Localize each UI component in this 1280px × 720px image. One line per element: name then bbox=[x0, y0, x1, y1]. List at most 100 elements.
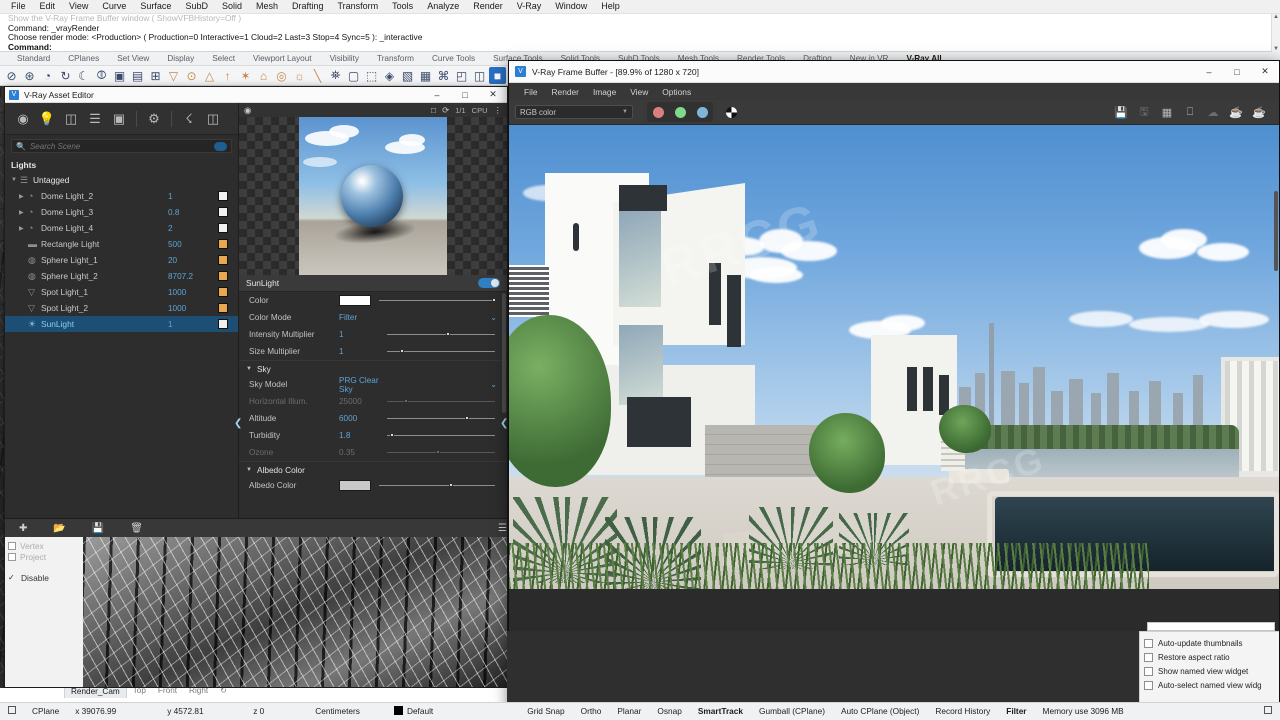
light-color-swatch[interactable] bbox=[218, 287, 228, 297]
cplane-label[interactable]: CPlane bbox=[24, 703, 67, 720]
param-value[interactable]: 1.8 bbox=[339, 431, 387, 440]
square-frame-icon[interactable]: ▣ bbox=[111, 67, 128, 84]
lights-tree[interactable]: ▼ ☰ Untagged ▶ ◔ Dome Light_2 1 ▶ ◔ Dome Light_3 0… bbox=[5, 172, 238, 332]
status-toggle-record-history[interactable]: Record History bbox=[927, 703, 998, 720]
status-toggle-smarttrack[interactable]: SmartTrack bbox=[690, 703, 751, 720]
menu-item-window[interactable]: Window bbox=[548, 0, 594, 13]
cloud-upload-icon[interactable]: ☁ bbox=[1205, 104, 1221, 120]
light-color-swatch[interactable] bbox=[218, 191, 228, 201]
status-toggle-planar[interactable]: Planar bbox=[609, 703, 649, 720]
checkbox[interactable] bbox=[1144, 680, 1153, 690]
maximize-button[interactable]: □ bbox=[451, 87, 479, 102]
vfb-option-show-named-view-widget[interactable]: Show named view widget bbox=[1144, 664, 1279, 678]
scatter-icon[interactable]: ◫ bbox=[471, 67, 488, 84]
preview-stop-icon[interactable]: □ bbox=[431, 105, 436, 115]
param-row-sky-model[interactable]: Sky Model PRG Clear Sky ⌄ bbox=[239, 376, 507, 394]
search-scene-field[interactable]: 🔍 bbox=[11, 139, 232, 153]
duplicate-vfb-icon[interactable]: ⎕ bbox=[1182, 104, 1198, 120]
infinite-light-icon[interactable]: ⛯ bbox=[327, 67, 344, 84]
chevron-right-icon[interactable]: ▶ bbox=[19, 209, 28, 216]
menu-item-render[interactable]: Render bbox=[466, 0, 510, 13]
light-intensity-value[interactable]: 1 bbox=[168, 320, 218, 329]
toolbar-tab-transform[interactable]: Transform bbox=[368, 54, 423, 63]
alpha-channel-button[interactable] bbox=[721, 103, 741, 121]
render-interactive-icon[interactable]: ◫ bbox=[203, 109, 223, 129]
tree-light-row[interactable]: ▽ Spot Light_1 1000 bbox=[5, 284, 238, 300]
menu-item-tools[interactable]: Tools bbox=[385, 0, 420, 13]
tree-light-row[interactable]: ▬ Rectangle Light 500 bbox=[5, 236, 238, 252]
status-end-icon[interactable] bbox=[1256, 703, 1280, 720]
red-channel-button[interactable] bbox=[648, 103, 668, 121]
light-color-swatch[interactable] bbox=[218, 255, 228, 265]
blob-icon[interactable]: ◔ bbox=[39, 67, 56, 84]
param-color-swatch[interactable] bbox=[339, 480, 371, 491]
menu-item-view[interactable]: View bbox=[62, 0, 95, 13]
dome-icon[interactable]: ⌂ bbox=[255, 67, 272, 84]
toolbar-tab-curve-tools[interactable]: Curve Tools bbox=[423, 54, 484, 63]
asset-editor-nav-bar[interactable]: ◉ 💡 ◫ ☰ ▣ ⚙ ☇ ◫ bbox=[5, 103, 238, 135]
fur-icon[interactable]: ⌘ bbox=[435, 67, 452, 84]
viewport-mesh-preview[interactable] bbox=[83, 537, 507, 687]
param-row-color-mode[interactable]: Color Mode Filter ⌄ bbox=[239, 309, 507, 326]
menu-item-transform[interactable]: Transform bbox=[331, 0, 386, 13]
cplane-box-icon[interactable] bbox=[0, 703, 24, 720]
preview-visibility-icon[interactable]: ◉ bbox=[244, 105, 251, 116]
close-button[interactable]: ✕ bbox=[1251, 64, 1279, 79]
collapse-left-arrow[interactable]: ❮ bbox=[234, 418, 242, 429]
light-color-swatch[interactable] bbox=[218, 319, 228, 329]
disable-checkbox-row[interactable]: ✓ Disable bbox=[8, 572, 83, 583]
menu-item-surface[interactable]: Surface bbox=[133, 0, 178, 13]
slider-knob[interactable] bbox=[390, 432, 395, 437]
preview-toolbar[interactable]: ◉ □ ⟳ 1/1 CPU ⋮ bbox=[239, 103, 507, 117]
slider-knob[interactable] bbox=[404, 398, 409, 403]
circle-check-icon[interactable]: ⊘ bbox=[3, 67, 20, 84]
light-intensity-value[interactable]: 1 bbox=[168, 192, 218, 201]
slider-knob[interactable] bbox=[464, 415, 469, 420]
checkbox[interactable] bbox=[1144, 666, 1153, 676]
light-color-swatch[interactable] bbox=[218, 175, 228, 185]
param-row-size-multiplier[interactable]: Size Multiplier 1 bbox=[239, 343, 507, 360]
light-parameters-panel[interactable]: SunLight Color Color Mode Filter ⌄ Intensity… bbox=[239, 275, 507, 526]
disable-checkbox[interactable]: ✓ bbox=[8, 573, 17, 582]
menu-item-help[interactable]: Help bbox=[594, 0, 627, 13]
menu-item-v-ray[interactable]: V-Ray bbox=[510, 0, 549, 13]
vray-asset-editor-window[interactable]: V V-Ray Asset Editor – □ ✕ ◉ 💡 ◫ ☰ ▣ ⚙ ☇… bbox=[4, 86, 543, 545]
vray-frame-buffer-window[interactable]: V V-Ray Frame Buffer - [89.9% of 1280 x … bbox=[507, 60, 1280, 710]
proxy-icon[interactable]: ▧ bbox=[399, 67, 416, 84]
tree-light-row[interactable]: ☀ SunLight 1 bbox=[5, 316, 238, 332]
param-value[interactable]: PRG Clear Sky bbox=[339, 376, 387, 394]
layer-indicator[interactable]: Default bbox=[386, 703, 441, 720]
status-toggle-grid-snap[interactable]: Grid Snap bbox=[519, 703, 572, 720]
chevron-right-icon[interactable]: ▶ bbox=[19, 193, 28, 200]
chevron-down-icon[interactable]: ▼ bbox=[11, 177, 20, 183]
param-value[interactable]: 6000 bbox=[339, 414, 387, 423]
param-slider[interactable] bbox=[387, 346, 495, 357]
sun-icon[interactable]: ☼ bbox=[291, 67, 308, 84]
slider-knob[interactable] bbox=[399, 348, 404, 353]
rgb-channel-buttons[interactable] bbox=[647, 102, 713, 122]
param-row-intensity-multiplier[interactable]: Intensity Multiplier 1 bbox=[239, 326, 507, 343]
menu-item-subd[interactable]: SubD bbox=[178, 0, 215, 13]
light-intensity-value[interactable]: 20 bbox=[168, 256, 218, 265]
toolbar-tab-viewport-layout[interactable]: Viewport Layout bbox=[244, 54, 321, 63]
project-checkbox[interactable] bbox=[8, 552, 16, 561]
vfb-menu-options[interactable]: Options bbox=[655, 84, 698, 100]
menu-item-edit[interactable]: Edit bbox=[33, 0, 63, 13]
param-value[interactable]: Filter bbox=[339, 313, 387, 322]
rotate-icon[interactable]: ↻ bbox=[57, 67, 74, 84]
scroll-up-icon[interactable]: ▲ bbox=[1273, 14, 1279, 20]
status-toggles[interactable]: Grid Snap Ortho Planar Osnap SmartTrack Gumba… bbox=[519, 703, 1034, 720]
clipper-icon[interactable]: ◰ bbox=[453, 67, 470, 84]
chevron-right-icon[interactable]: ▶ bbox=[19, 225, 28, 232]
materials-icon[interactable]: ◉ bbox=[13, 109, 33, 129]
status-toggle-auto-cplane-object-[interactable]: Auto CPlane (Object) bbox=[833, 703, 927, 720]
rhino-status-bar[interactable]: CPlane x 39076.99 y 4572.81 z 0 Centimet… bbox=[0, 702, 1280, 720]
ies-light-icon[interactable]: ◈ bbox=[381, 67, 398, 84]
grid-icon[interactable]: ▦ bbox=[417, 67, 434, 84]
menu-item-mesh[interactable]: Mesh bbox=[249, 0, 285, 13]
rays-icon[interactable]: ╲ bbox=[309, 67, 326, 84]
param-slider[interactable] bbox=[387, 413, 495, 424]
slider-knob[interactable] bbox=[446, 331, 451, 336]
tree-light-row[interactable]: ◍ Sphere Light_1 20 bbox=[5, 252, 238, 268]
slider-knob[interactable] bbox=[435, 449, 440, 454]
